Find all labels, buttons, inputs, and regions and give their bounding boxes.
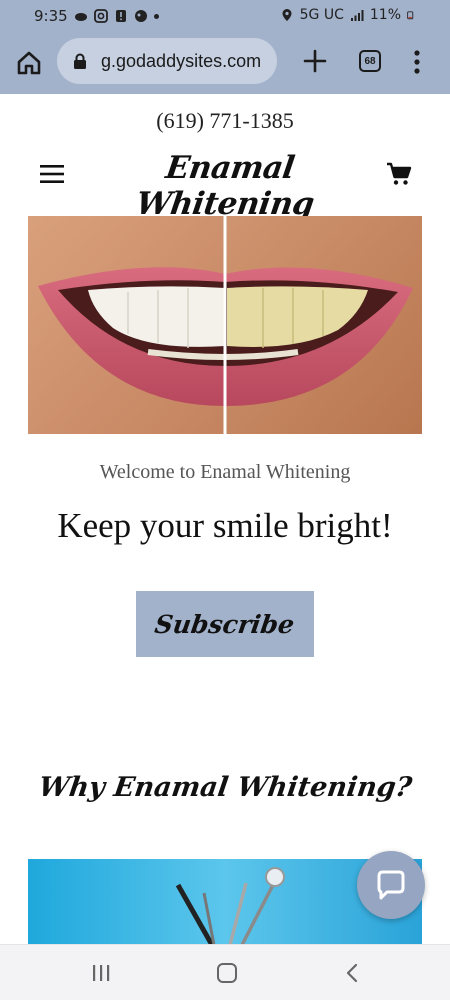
battery-icon: [407, 11, 414, 20]
chat-icon: [377, 870, 405, 900]
lock-icon: [74, 53, 86, 69]
status-network: 5G UC: [299, 7, 344, 23]
status-bar: 9:35 5G UC 11%: [0, 0, 450, 34]
instagram-icon: [93, 9, 108, 23]
address-bar[interactable]: g.godaddysites.com: [57, 38, 277, 84]
system-nav-bar: [0, 944, 450, 1000]
more-vert-icon[interactable]: [410, 49, 424, 75]
welcome-text: Welcome to Enamal Whitening: [99, 461, 351, 483]
home-icon[interactable]: [14, 48, 44, 78]
url-text: g.godaddysites.com: [101, 50, 262, 71]
cart-icon[interactable]: [386, 161, 412, 187]
recent-apps-icon[interactable]: [91, 964, 111, 982]
site-logo[interactable]: Enamal Whitening: [95, 150, 360, 222]
hero-smile-image: [28, 216, 422, 434]
status-time: 9:35: [34, 7, 68, 25]
notification-dot-icon: [153, 13, 159, 19]
hamburger-icon[interactable]: [40, 164, 64, 184]
tab-count: 68: [364, 55, 376, 67]
phone-number-link[interactable]: (619) 771-1385: [0, 108, 450, 134]
headline: Keep your smile bright!: [57, 506, 393, 545]
alert-icon: [115, 10, 126, 22]
section-title: Why Enamal Whitening?: [0, 772, 450, 803]
status-right: 5G UC 11%: [280, 7, 416, 23]
section-title-text: Why Enamal Whitening?: [36, 772, 414, 803]
status-left: 9:35: [34, 7, 159, 25]
cloud-icon: [74, 13, 87, 21]
plus-icon[interactable]: [301, 47, 329, 75]
chat-button[interactable]: [357, 851, 425, 919]
home-nav-icon[interactable]: [217, 963, 237, 983]
browser-toolbar: g.godaddysites.com 68: [0, 34, 450, 94]
back-icon[interactable]: [345, 963, 359, 983]
subscribe-label: Subscribe: [153, 609, 297, 639]
app-icon: [134, 10, 147, 22]
tabs-button[interactable]: 68: [359, 50, 381, 72]
subscribe-button[interactable]: Subscribe: [136, 591, 314, 657]
status-battery: 11%: [369, 7, 401, 23]
location-icon: [282, 9, 292, 21]
signal-icon: [350, 10, 364, 21]
